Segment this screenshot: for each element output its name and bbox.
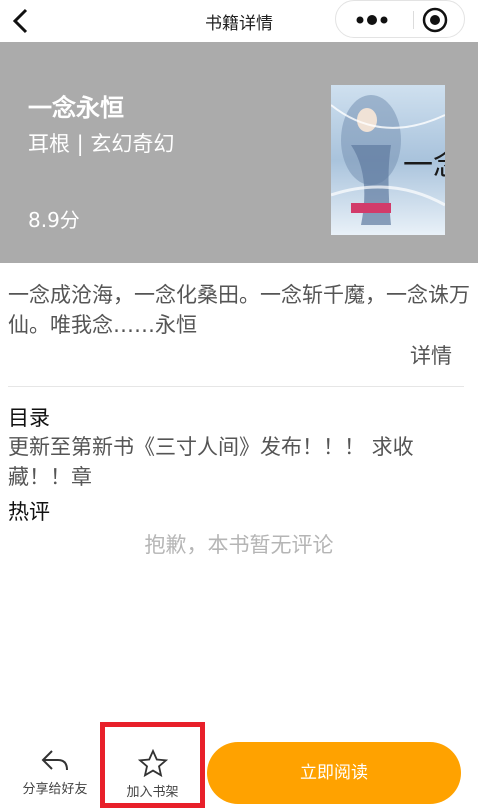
book-cover: 一念永恒 <box>331 85 445 235</box>
close-button[interactable] <box>421 6 449 34</box>
capsule-divider <box>413 11 414 29</box>
share-button[interactable]: 分享给好友 <box>12 748 98 804</box>
book-header: 一念永恒 耳根 | 玄幻奇幻 8.9分 一念永恒 <box>0 42 478 263</box>
star-icon <box>137 749 168 777</box>
catalog-heading[interactable]: 目录 <box>8 402 50 432</box>
catalog-latest-chapter[interactable]: 更新至第新书《三寸人间》发布！！！ 求收藏！！章 <box>8 432 470 492</box>
add-to-shelf-button[interactable]: 加入书架 <box>100 722 205 808</box>
mini-program-capsule <box>335 0 465 38</box>
more-dots-icon <box>356 15 388 25</box>
more-button[interactable] <box>350 9 394 31</box>
cover-title-text: 一念永恒 <box>403 148 445 183</box>
bottom-action-bar: 分享给好友 加入书架 立即阅读 <box>0 722 478 810</box>
navbar: 书籍详情 <box>0 0 478 42</box>
share-label: 分享给好友 <box>22 782 88 797</box>
share-arrow-icon <box>41 750 68 771</box>
book-title: 一念永恒 <box>28 94 124 122</box>
read-now-button[interactable]: 立即阅读 <box>207 742 461 804</box>
book-intro: 一念成沧海，一念化桑田。一念斩千魔，一念诛万仙。唯我念……永恒 <box>8 283 470 337</box>
divider <box>8 386 464 387</box>
target-circle-icon <box>422 7 448 33</box>
add-to-shelf-content: 加入书架 <box>105 749 200 800</box>
add-to-shelf-label: 加入书架 <box>126 785 179 800</box>
reviews-heading: 热评 <box>8 500 50 524</box>
book-author-genre: 耳根 | 玄幻奇幻 <box>28 132 175 156</box>
book-score: 8.9分 <box>28 208 80 232</box>
detail-link[interactable]: 详情 <box>410 340 452 370</box>
no-reviews-message: 抱歉，本书暂无评论 <box>144 533 334 557</box>
